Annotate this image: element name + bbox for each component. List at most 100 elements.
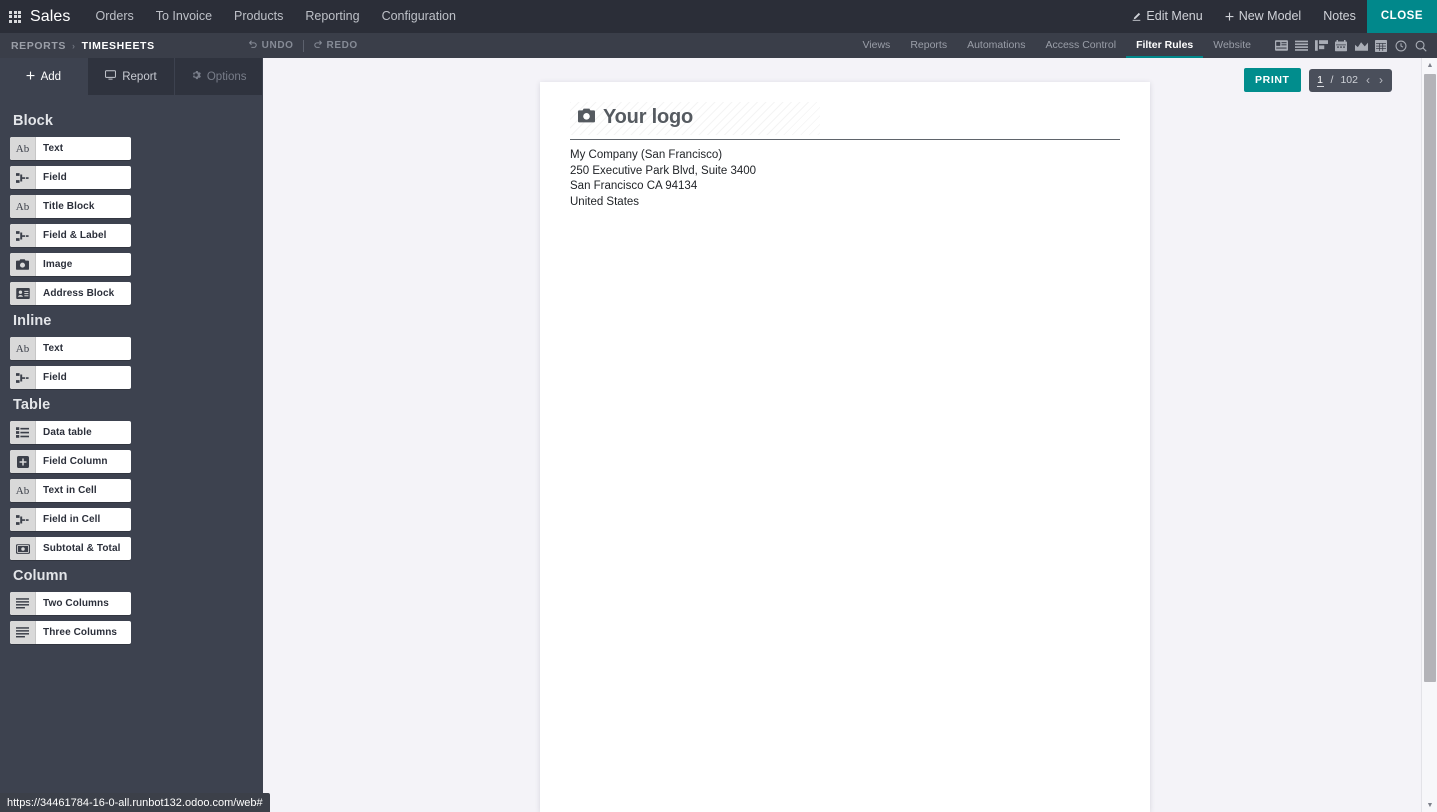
address-card-icon xyxy=(10,282,36,305)
company-street[interactable]: 250 Executive Park Blvd, Suite 3400 xyxy=(570,164,1120,180)
company-name[interactable]: My Company (San Francisco) xyxy=(570,148,1120,164)
nav-menu-orders[interactable]: Orders xyxy=(85,0,145,33)
block-item-field-and-label[interactable]: Field & Label xyxy=(10,224,131,247)
section-title-inline: Inline xyxy=(13,313,52,329)
field-tag-icon xyxy=(10,508,36,531)
sidebar-tab-add[interactable]: Add xyxy=(0,58,88,95)
edit-menu-button[interactable]: Edit Menu xyxy=(1121,0,1213,33)
page-total: 102 xyxy=(1340,74,1358,86)
nav-menu-configuration[interactable]: Configuration xyxy=(371,0,467,33)
sidebar-body: Block Ab Text Field Ab Title Block Field… xyxy=(0,95,263,644)
pivot-view-icon[interactable] xyxy=(1371,33,1391,58)
chevron-left-icon[interactable]: ‹ xyxy=(1365,74,1371,86)
scroll-down-arrow-icon[interactable]: ▼ xyxy=(1422,798,1437,812)
ab-text-icon: Ab xyxy=(10,337,36,360)
navbar-right-group: Edit Menu New Model Notes CLOSE xyxy=(1121,0,1437,33)
scrollbar-thumb[interactable] xyxy=(1424,74,1436,682)
notes-button[interactable]: Notes xyxy=(1312,0,1367,33)
block-item-label: Address Block xyxy=(43,288,115,299)
vertical-scrollbar[interactable]: ▲ ▼ xyxy=(1421,58,1437,812)
canvas-top-right-controls: PRINT 1 / 102 ‹ › xyxy=(1244,68,1392,92)
table-item-field-in-cell[interactable]: Field in Cell xyxy=(10,508,131,531)
new-model-label: New Model xyxy=(1238,9,1302,23)
block-item-label: Text in Cell xyxy=(43,485,97,496)
logo-placeholder[interactable]: Your logo xyxy=(570,102,820,135)
page-current-input[interactable]: 1 xyxy=(1316,74,1324,87)
tab-automations[interactable]: Automations xyxy=(957,33,1035,58)
block-item-label: Field in Cell xyxy=(43,514,101,525)
search-icon[interactable] xyxy=(1411,33,1431,58)
ab-text-icon: Ab xyxy=(10,479,36,502)
tab-filter-rules[interactable]: Filter Rules xyxy=(1126,33,1204,58)
tab-access-control[interactable]: Access Control xyxy=(1035,33,1126,58)
block-item-title-block[interactable]: Ab Title Block xyxy=(10,195,131,218)
block-item-address-block[interactable]: Address Block xyxy=(10,282,131,305)
table-item-subtotal-total[interactable]: Subtotal & Total xyxy=(10,537,131,560)
calendar-view-icon[interactable] xyxy=(1331,33,1351,58)
block-item-label: Two Columns xyxy=(43,598,109,609)
breadcrumb-timesheets: TIMESHEETS xyxy=(81,39,155,52)
block-item-label: Three Columns xyxy=(43,627,118,638)
nav-menu-products[interactable]: Products xyxy=(223,0,294,33)
table-item-text-in-cell[interactable]: Ab Text in Cell xyxy=(10,479,131,502)
apps-grid-icon[interactable] xyxy=(0,10,30,23)
close-button[interactable]: CLOSE xyxy=(1366,0,1437,33)
tab-website[interactable]: Website xyxy=(1203,33,1261,58)
top-navbar: Sales Orders To Invoice Products Reporti… xyxy=(0,0,1437,33)
block-item-text[interactable]: Ab Text xyxy=(10,137,131,160)
list-view-icon[interactable] xyxy=(1291,33,1311,58)
breadcrumb-reports[interactable]: REPORTS xyxy=(11,40,66,52)
section-items-block: Ab Text Field Ab Title Block Field & Lab… xyxy=(10,137,253,305)
scroll-up-arrow-icon[interactable]: ▲ xyxy=(1422,58,1437,72)
undo-redo-group: UNDO REDO xyxy=(248,39,358,52)
sidebar-tab-report[interactable]: Report xyxy=(88,58,176,95)
redo-button[interactable]: REDO xyxy=(313,39,358,52)
plus-icon xyxy=(1225,1,1234,34)
activity-clock-icon[interactable] xyxy=(1391,33,1411,58)
breadcrumb-separator: › xyxy=(71,40,76,51)
two-columns-icon xyxy=(10,592,36,615)
kanban-card-icon[interactable] xyxy=(1271,33,1291,58)
inline-item-field[interactable]: Field xyxy=(10,366,131,389)
table-item-field-column[interactable]: Field Column xyxy=(10,450,131,473)
page-separator: / xyxy=(1330,74,1334,86)
block-item-image[interactable]: Image xyxy=(10,253,131,276)
paper-content: Your logo My Company (San Francisco) 250… xyxy=(540,82,1150,230)
inline-item-text[interactable]: Ab Text xyxy=(10,337,131,360)
undo-button[interactable]: UNDO xyxy=(248,39,294,52)
sidebar-tab-report-label: Report xyxy=(122,70,157,83)
block-item-field[interactable]: Field xyxy=(10,166,131,189)
header-divider xyxy=(570,139,1120,140)
block-item-label: Image xyxy=(43,259,73,270)
page-navigator: 1 / 102 ‹ › xyxy=(1308,68,1392,92)
column-item-three-columns[interactable]: Three Columns xyxy=(10,621,131,644)
gantt-view-icon[interactable] xyxy=(1311,33,1331,58)
undo-label: UNDO xyxy=(261,40,294,51)
redo-label: REDO xyxy=(326,40,358,51)
pencil-icon xyxy=(1132,1,1141,34)
app-brand-sales[interactable]: Sales xyxy=(30,8,85,26)
ab-text-icon: Ab xyxy=(10,137,36,160)
breadcrumb: REPORTS › TIMESHEETS xyxy=(0,40,155,52)
edit-menu-label: Edit Menu xyxy=(1146,9,1203,23)
new-model-button[interactable]: New Model xyxy=(1214,0,1313,33)
graph-view-icon[interactable] xyxy=(1351,33,1371,58)
data-table-icon xyxy=(10,421,36,444)
print-button[interactable]: PRINT xyxy=(1244,68,1301,92)
field-tag-icon xyxy=(10,166,36,189)
nav-menu-reporting[interactable]: Reporting xyxy=(294,0,370,33)
nav-menu-to-invoice[interactable]: To Invoice xyxy=(145,0,223,33)
sidebar-tab-options-label: Options xyxy=(206,70,247,83)
tab-reports[interactable]: Reports xyxy=(900,33,957,58)
block-item-label: Data table xyxy=(43,427,92,438)
table-item-data-table[interactable]: Data table xyxy=(10,421,131,444)
section-items-column: Two Columns Three Columns xyxy=(10,592,253,644)
company-country[interactable]: United States xyxy=(570,195,1120,211)
block-item-label: Title Block xyxy=(43,201,95,212)
chevron-right-icon[interactable]: › xyxy=(1378,74,1384,86)
report-paper[interactable]: Your logo My Company (San Francisco) 250… xyxy=(540,82,1150,812)
company-city-zip[interactable]: San Francisco CA 94134 xyxy=(570,179,1120,195)
column-item-two-columns[interactable]: Two Columns xyxy=(10,592,131,615)
tab-views[interactable]: Views xyxy=(852,33,900,58)
three-columns-icon xyxy=(10,621,36,644)
